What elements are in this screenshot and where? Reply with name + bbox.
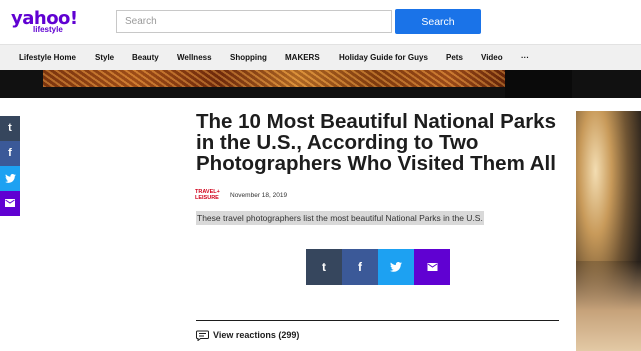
tumblr-icon: t	[322, 260, 326, 274]
email-icon	[5, 199, 15, 207]
reactions-label: View reactions (299)	[213, 330, 300, 340]
logo-sub: lifestyle	[33, 25, 63, 34]
share-twitter-button[interactable]	[378, 249, 414, 285]
side-share-tumblr[interactable]: t	[0, 116, 20, 141]
ad-banner[interactable]	[0, 70, 641, 98]
search-button[interactable]: Search	[395, 9, 481, 34]
publish-date: November 18, 2019	[230, 192, 288, 199]
article-title: The 10 Most Beautiful National Parks in …	[196, 110, 556, 175]
search-input[interactable]	[116, 10, 392, 33]
site-header: yahoo! lifestyle Search	[0, 0, 641, 44]
share-tumblr-button[interactable]: t	[306, 249, 342, 285]
side-share-email[interactable]	[0, 191, 20, 216]
nav-makers[interactable]: MAKERS	[285, 53, 320, 62]
side-share-facebook[interactable]: f	[0, 141, 20, 166]
email-icon	[427, 263, 437, 271]
side-share-twitter[interactable]	[0, 166, 20, 191]
nav-lifestyle-home[interactable]: Lifestyle Home	[19, 53, 76, 62]
tumblr-icon: t	[8, 122, 12, 134]
banner-dark-panel	[505, 70, 572, 98]
facebook-icon: f	[8, 147, 12, 159]
banner-image	[43, 70, 505, 87]
comment-icon	[196, 330, 209, 341]
sidebar-image[interactable]	[576, 111, 641, 351]
share-email-button[interactable]	[414, 249, 450, 285]
facebook-icon: f	[358, 260, 362, 274]
nav-shopping[interactable]: Shopping	[230, 53, 267, 62]
nav-style[interactable]: Style	[95, 53, 114, 62]
travel-leisure-logo[interactable]: TRAVEL+ LEISURE	[195, 189, 220, 201]
share-facebook-button[interactable]: f	[342, 249, 378, 285]
yahoo-lifestyle-logo[interactable]: yahoo! lifestyle	[11, 8, 78, 38]
content-divider	[196, 320, 559, 321]
twitter-icon	[390, 262, 402, 272]
nav-holiday-guide[interactable]: Holiday Guide for Guys	[339, 53, 428, 62]
nav-pets[interactable]: Pets	[446, 53, 463, 62]
lifestyle-nav: Lifestyle Home Style Beauty Wellness Sho…	[0, 44, 641, 70]
nav-video[interactable]: Video	[481, 53, 503, 62]
article-summary: These travel photographers list the most…	[196, 211, 484, 225]
twitter-icon	[4, 174, 16, 183]
nav-wellness[interactable]: Wellness	[177, 53, 212, 62]
source-logo-line2: LEISURE	[195, 194, 219, 201]
nav-beauty[interactable]: Beauty	[132, 53, 159, 62]
nav-more[interactable]: ···	[521, 53, 529, 62]
